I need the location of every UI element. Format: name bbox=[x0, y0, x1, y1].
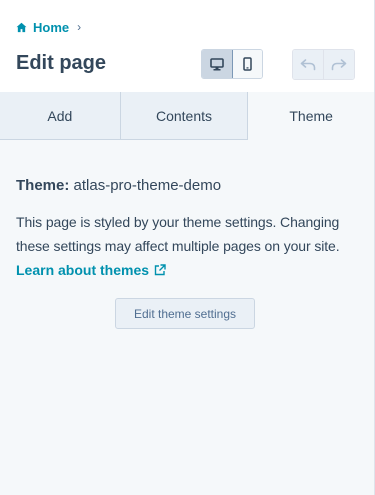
learn-about-themes-link[interactable]: Learn about themes bbox=[16, 259, 166, 281]
editor-header: Home › Edit page bbox=[0, 0, 374, 93]
edit-theme-settings-button[interactable]: Edit theme settings bbox=[115, 298, 255, 329]
breadcrumb-separator: › bbox=[77, 20, 82, 34]
tab-contents[interactable]: Contents bbox=[120, 92, 249, 140]
learn-link-label: Learn about themes bbox=[16, 262, 150, 278]
breadcrumb: Home › bbox=[16, 18, 81, 36]
undo-button[interactable] bbox=[293, 50, 324, 79]
redo-icon bbox=[331, 58, 347, 70]
external-link-icon bbox=[154, 264, 166, 276]
redo-button[interactable] bbox=[324, 50, 354, 79]
theme-label: Theme: bbox=[16, 177, 70, 194]
theme-panel: Theme: atlas-pro-theme-demo This page is… bbox=[16, 176, 361, 281]
tab-theme[interactable]: Theme bbox=[248, 92, 374, 140]
breadcrumb-home-label: Home bbox=[33, 19, 70, 35]
home-icon bbox=[16, 22, 27, 32]
desktop-view-button[interactable] bbox=[202, 50, 233, 78]
tab-add[interactable]: Add bbox=[0, 92, 121, 140]
history-controls bbox=[292, 49, 355, 80]
page-title: Edit page bbox=[16, 52, 107, 74]
theme-name: atlas-pro-theme-demo bbox=[73, 177, 222, 194]
mobile-icon bbox=[243, 57, 252, 71]
desktop-icon bbox=[209, 57, 224, 70]
theme-info: Theme: atlas-pro-theme-demo bbox=[16, 176, 361, 196]
theme-description: This page is styled by your theme settin… bbox=[16, 214, 340, 254]
mobile-view-button[interactable] bbox=[232, 50, 262, 78]
editor-sidebar: Home › Edit page Add Contents Theme Them… bbox=[0, 0, 375, 495]
breadcrumb-home-link[interactable]: Home bbox=[16, 20, 69, 35]
preview-device-toggle bbox=[201, 49, 263, 79]
sidebar-tabs: Add Contents Theme bbox=[0, 92, 374, 140]
undo-icon bbox=[300, 58, 316, 70]
